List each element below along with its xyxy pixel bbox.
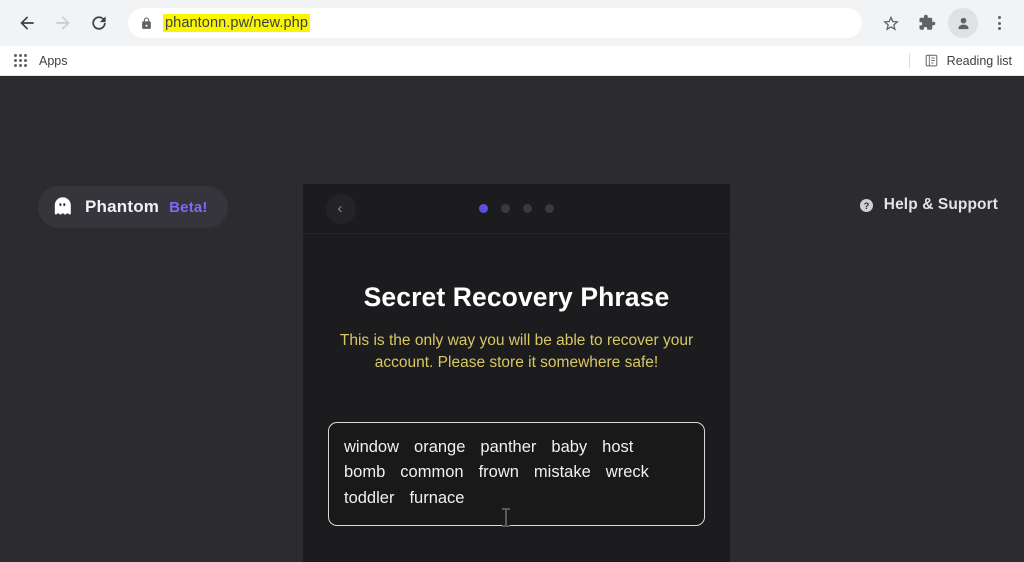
recovery-warning-text: This is the only way you will be able to… [339, 332, 694, 371]
seed-word: host [602, 438, 634, 456]
profile-button[interactable] [948, 8, 978, 38]
seed-word: orange [414, 438, 466, 456]
lock-icon [140, 17, 153, 30]
seed-word: wreck [605, 463, 649, 482]
reading-list-icon [925, 54, 937, 67]
arrow-left-icon [20, 16, 34, 30]
seed-word: common [400, 463, 464, 482]
card-back-button[interactable]: ‹ [326, 193, 356, 224]
page-body: Phantom Beta! ? Help & Support ‹ Secret … [0, 76, 1024, 562]
chevron-left-icon: ‹ [337, 200, 343, 217]
help-support-label: Help & Support [883, 196, 998, 213]
forward-button[interactable] [46, 6, 80, 40]
bookmarks-bar: Apps Reading list [0, 46, 1024, 76]
back-button[interactable] [10, 6, 44, 40]
svg-text:?: ? [863, 200, 869, 210]
seed-word: mistake [533, 463, 591, 482]
star-icon [883, 15, 899, 31]
ghost-icon [51, 195, 75, 219]
seed-word: window [344, 438, 400, 456]
reading-list-button[interactable]: Reading list [908, 53, 1012, 68]
seed-word: bomb [344, 463, 386, 482]
puzzle-piece-icon [919, 14, 936, 30]
reload-button[interactable] [82, 6, 116, 40]
chrome-menu-button[interactable] [984, 8, 1014, 38]
wallet-extension-card: ‹ Secret Recovery Phrase This is the onl… [303, 184, 730, 562]
pagination-dot-3[interactable] [523, 204, 532, 213]
address-bar[interactable]: phantonn.pw/new.php [128, 8, 862, 38]
seed-word: furnace [409, 488, 465, 507]
seed-word: frown [478, 463, 519, 482]
pagination-dot-2[interactable] [501, 204, 510, 213]
seed-word: toddler [344, 488, 395, 507]
card-header: ‹ [303, 184, 730, 234]
seed-word: panther [480, 438, 537, 456]
phantom-brand-badge: Phantom Beta! [38, 186, 228, 228]
page-title: Secret Recovery Phrase [363, 282, 670, 312]
question-circle-icon: ? [859, 198, 873, 212]
pagination-dot-1[interactable] [479, 204, 488, 213]
browser-chrome: phantonn.pw/new.php Apps Reading list [0, 0, 1024, 76]
extensions-button[interactable] [912, 8, 942, 38]
bookmark-star-button[interactable] [876, 8, 906, 38]
pagination-dot-4[interactable] [545, 204, 554, 213]
arrow-right-icon [56, 16, 70, 30]
url-text: phantonn.pw/new.php [163, 14, 310, 32]
seed-phrase-box[interactable]: window orange panther baby host bomb com… [328, 422, 705, 527]
help-support-link[interactable]: ? Help & Support [858, 196, 998, 214]
toolbar-icon-group [870, 8, 1014, 38]
reading-list-label: Reading list [946, 53, 1012, 68]
person-icon [958, 17, 968, 29]
text-cursor [502, 508, 510, 527]
brand-name: Phantom [85, 197, 160, 216]
reload-icon [92, 16, 106, 30]
apps-grid-icon[interactable] [14, 54, 27, 67]
seed-word: baby [551, 438, 588, 456]
browser-toolbar: phantonn.pw/new.php [0, 0, 1024, 46]
apps-bookmark-label[interactable]: Apps [39, 54, 68, 68]
three-dots-icon [997, 16, 1001, 30]
brand-beta-tag: Beta! [169, 198, 208, 216]
seed-word-list: window orange panther baby host bomb com… [344, 436, 689, 510]
onboarding-pagination [479, 204, 554, 213]
